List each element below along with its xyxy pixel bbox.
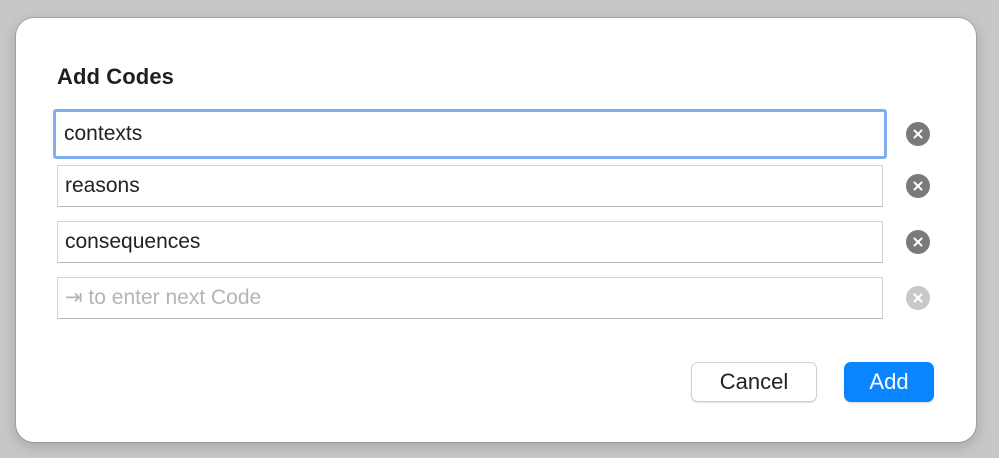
clear-circle-icon (913, 129, 923, 139)
new-code-row (57, 277, 930, 319)
cancel-button[interactable]: Cancel (691, 362, 817, 402)
add-codes-dialog: Add Codes Cancel (16, 18, 976, 442)
code-field-2[interactable] (57, 165, 883, 207)
code-field-3[interactable] (57, 221, 883, 263)
dialog-title: Add Codes (57, 64, 175, 89)
clear-circle-icon (913, 181, 923, 191)
code-row (57, 221, 930, 263)
clear-circle-icon (913, 237, 923, 247)
clear-new-code-button[interactable] (906, 286, 930, 310)
code-row (53, 109, 930, 159)
clear-circle-icon (913, 293, 923, 303)
add-button[interactable]: Add (844, 362, 934, 402)
new-code-field[interactable] (57, 277, 883, 319)
code-field-1[interactable] (53, 109, 887, 159)
clear-code-2-button[interactable] (906, 174, 930, 198)
code-row (57, 165, 930, 207)
clear-code-3-button[interactable] (906, 230, 930, 254)
clear-code-1-button[interactable] (906, 122, 930, 146)
